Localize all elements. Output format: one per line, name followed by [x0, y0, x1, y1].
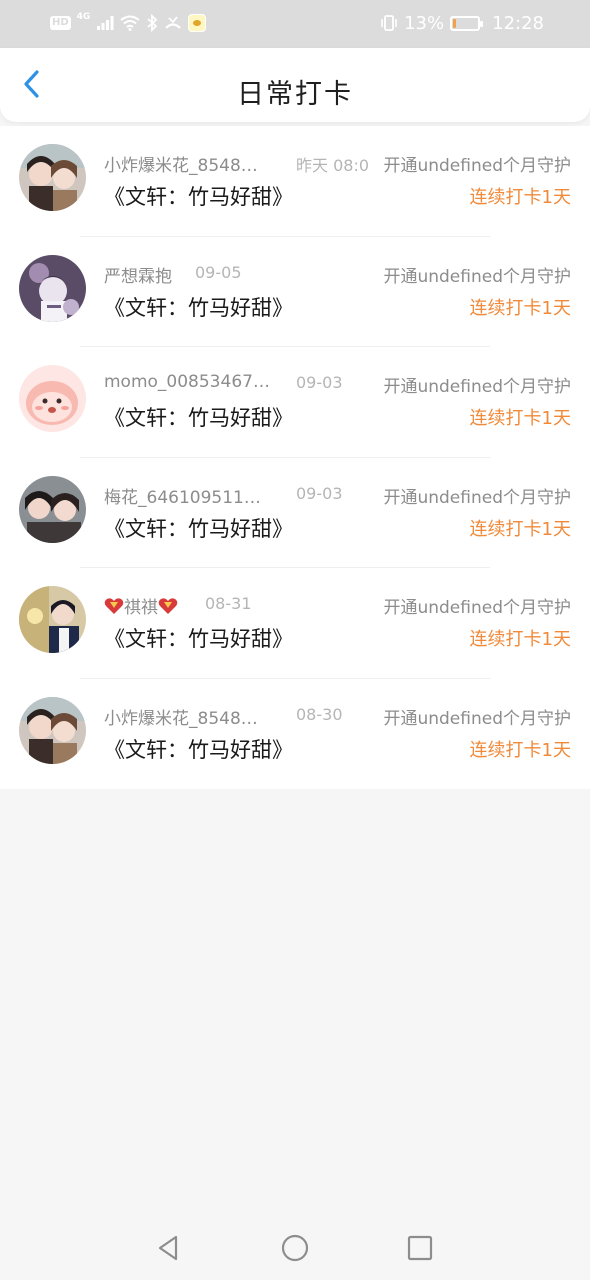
wifi-icon [120, 15, 140, 31]
bluetooth-icon [147, 14, 158, 32]
checkin-row[interactable]: 严想霖抱 09-05 开通undefined个月守护 《文轩：竹马好甜》 连续打… [0, 237, 590, 347]
status-bar: HD 4G 13% 12:28 [0, 0, 590, 48]
streak-text: 连续打卡1天 [469, 739, 571, 761]
hd-badge: HD [50, 16, 71, 30]
battery-icon [450, 15, 484, 31]
username[interactable]: 小炸爆米花_8548… [104, 151, 258, 176]
battery-percent: 13% [404, 12, 445, 34]
checkin-date: 09-03 [296, 373, 343, 392]
checkin-row[interactable]: 祺祺 08-31 开通undefined个月守护 《文轩：竹马好甜》 连续打卡1… [0, 568, 590, 679]
book-title[interactable]: 《文轩：竹马好甜》 [104, 623, 293, 653]
triangle-back-icon [158, 1235, 178, 1261]
page-header: 日常打卡 [0, 48, 590, 122]
status-left: HD 4G [50, 12, 207, 34]
circle-home-icon [281, 1234, 309, 1262]
guard-info: 开通undefined个月守护 [381, 372, 571, 397]
checkin-date: 昨天 08:0 [296, 156, 370, 175]
checkin-row[interactable]: 梅花_646109511… 09-03 开通undefined个月守护 《文轩：… [0, 458, 590, 568]
book-title[interactable]: 《文轩：竹马好甜》 [104, 402, 293, 432]
book-title[interactable]: 《文轩：竹马好甜》 [104, 292, 293, 322]
clock: 12:28 [492, 12, 544, 34]
nav-back-button[interactable] [150, 1230, 186, 1266]
missed-call-icon [165, 16, 182, 29]
battery-level [453, 18, 457, 28]
guard-info: 开通undefined个月守护 [381, 482, 571, 508]
streak-text: 连续打卡1天 [469, 297, 571, 319]
book-title[interactable]: 《文轩：竹马好甜》 [104, 513, 293, 543]
username[interactable]: 梅花_646109511… [104, 483, 261, 508]
username[interactable]: 小炸爆米花_8548… [104, 704, 258, 729]
status-right: 13% 12:28 [380, 12, 544, 34]
checkin-date: 08-30 [296, 704, 343, 724]
streak-text: 连续打卡1天 [469, 629, 571, 650]
nav-home-button[interactable] [277, 1230, 313, 1266]
username-text: 祺祺 [124, 598, 158, 618]
avatar[interactable] [19, 254, 86, 322]
streak-text: 连续打卡1天 [469, 408, 571, 429]
guard-info: 开通undefined个月守护 [381, 703, 571, 729]
streak-text: 连续打卡1天 [469, 187, 571, 208]
heart-emoji-icon [158, 597, 178, 614]
checkin-row[interactable]: 小炸爆米花_8548… 昨天 08:0 开通undefined个月守护 《文轩：… [0, 126, 590, 237]
vibrate-icon [381, 15, 397, 31]
network-type: 4G [76, 12, 91, 22]
avatar[interactable] [19, 696, 86, 764]
streak-text: 连续打卡1天 [469, 518, 571, 540]
checkin-row[interactable]: 小炸爆米花_8548… 08-30 开通undefined个月守护 《文轩：竹马… [0, 679, 590, 790]
book-title[interactable]: 《文轩：竹马好甜》 [104, 734, 293, 764]
avatar[interactable] [19, 144, 86, 211]
system-nav-bar [0, 1216, 590, 1280]
avatar[interactable] [19, 586, 86, 653]
checkin-date: 08-31 [205, 594, 252, 613]
guard-info: 开通undefined个月守护 [381, 593, 571, 618]
square-recent-icon [407, 1235, 433, 1261]
heart-emoji-icon [104, 597, 124, 614]
checkin-date: 09-05 [195, 262, 242, 282]
page-title: 日常打卡 [237, 79, 353, 110]
app-notification-icon [188, 14, 207, 32]
avatar[interactable] [19, 475, 86, 543]
checkin-row[interactable]: momo_00853467… 09-03 开通undefined个月守护 《文轩… [0, 347, 590, 458]
username[interactable]: momo_00853467… [104, 372, 270, 392]
guard-info: 开通undefined个月守护 [381, 151, 571, 176]
username[interactable]: 祺祺 [104, 593, 178, 618]
guard-info: 开通undefined个月守护 [381, 261, 571, 287]
nav-recent-button[interactable] [402, 1230, 438, 1266]
username[interactable]: 严想霖抱 [104, 262, 172, 287]
signal-icon [97, 16, 114, 30]
checkin-date: 09-03 [296, 483, 343, 503]
avatar[interactable] [19, 365, 86, 432]
checkin-list: 小炸爆米花_8548… 昨天 08:0 开通undefined个月守护 《文轩：… [0, 126, 590, 789]
book-title[interactable]: 《文轩：竹马好甜》 [104, 181, 293, 211]
